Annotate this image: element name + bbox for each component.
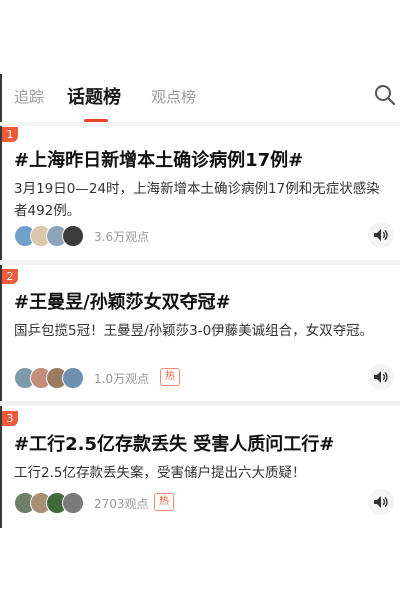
topic-item[interactable]: 3 #工行2.5亿存款丢失 受害人质问工行# 工行2.5亿存款丢失案，受害储户提… [0,406,400,528]
topic-meta: 2703观点 热 [14,489,394,516]
topic-meta: 3.6万观点 [14,222,394,249]
view-count: 2703观点 [94,497,149,511]
hot-badge: 热 [160,368,180,386]
topic-meta: 1.0万观点 热 [14,364,394,391]
rank-badge: 1 [2,127,18,142]
tab-tracking[interactable]: 追踪 [14,86,44,107]
speaker-icon [374,496,388,508]
topic-item[interactable]: 2 #王曼昱/孙颖莎女双夺冠# 国乒包揽5冠！王曼昱/孙颖莎3-0伊藤美诚组合，… [0,264,400,400]
avatar [62,367,84,389]
topic-summary: 3月19日0—24时，上海新增本土确诊病例17例和无症状感染者492例。 [14,181,380,219]
tab-topic-ranking[interactable]: 话题榜 [67,83,121,109]
view-count: 3.6万观点 [94,230,150,244]
speaker-icon [374,229,388,241]
topic-item[interactable]: 1 #上海昨日新增本土确诊病例17例# 3月19日0—24时，上海新增本土确诊病… [0,122,400,260]
view-count: 1.0万观点 [94,372,150,386]
tab-opinion-ranking[interactable]: 观点榜 [151,86,196,107]
search-icon [375,85,396,106]
rank-badge: 3 [2,411,18,426]
listen-button[interactable] [368,222,394,248]
topic-list-screen: 追踪 话题榜 观点榜 1 #上海昨日新增本土确诊病例17例# 3月19日0—24… [0,0,400,600]
topic-title[interactable]: #工行2.5亿存款丢失 受害人质问工行# [14,430,334,456]
search-button[interactable] [374,84,398,108]
listen-button[interactable] [368,489,394,515]
rank-badge: 2 [2,269,18,284]
topic-title[interactable]: #上海昨日新增本土确诊病例17例# [14,146,303,172]
topic-summary: 工行2.5亿存款丢失案，受害储户提出六大质疑！ [14,465,306,481]
tab-bar: 追踪 话题榜 观点榜 [0,74,400,122]
topic-title[interactable]: #王曼昱/孙颖莎女双夺冠# [14,288,231,314]
avatar [62,225,84,247]
avatar [62,492,84,514]
speaker-icon [374,371,388,383]
topic-summary: 国乒包揽5冠！王曼昱/孙颖莎3-0伊藤美诚组合，女双夺冠。 [14,323,374,339]
listen-button[interactable] [368,364,394,390]
hot-badge: 热 [154,493,174,511]
